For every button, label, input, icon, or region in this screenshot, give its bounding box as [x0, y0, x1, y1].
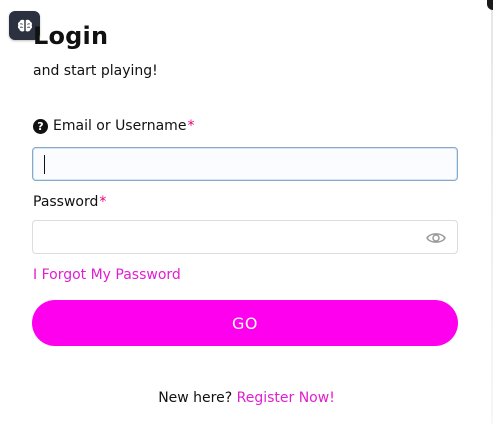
- register-prompt: New here?: [158, 390, 233, 406]
- email-field[interactable]: [32, 147, 458, 181]
- password-label-row: Password *: [33, 194, 106, 210]
- go-button[interactable]: GO: [32, 300, 458, 346]
- eye-icon: [426, 233, 446, 243]
- password-required-mark: *: [99, 194, 107, 210]
- register-link[interactable]: Register Now!: [237, 390, 335, 406]
- email-label: Email or Username: [53, 118, 187, 134]
- text-cursor: [44, 155, 45, 174]
- email-required-mark: *: [187, 118, 195, 134]
- login-panel: Login and start playing! ? Email or User…: [0, 0, 493, 424]
- page-subtitle: and start playing!: [33, 63, 158, 79]
- register-row: New here? Register Now!: [0, 390, 493, 406]
- brain-icon: [17, 19, 32, 31]
- page-title: Login: [33, 22, 109, 50]
- password-field[interactable]: [32, 220, 458, 254]
- password-label: Password: [33, 194, 99, 210]
- help-icon[interactable]: ?: [33, 118, 48, 134]
- email-label-row: ? Email or Username *: [33, 118, 194, 134]
- forgot-password-link[interactable]: I Forgot My Password: [33, 267, 181, 283]
- show-password-toggle[interactable]: [426, 229, 446, 247]
- go-button-label: GO: [232, 313, 258, 333]
